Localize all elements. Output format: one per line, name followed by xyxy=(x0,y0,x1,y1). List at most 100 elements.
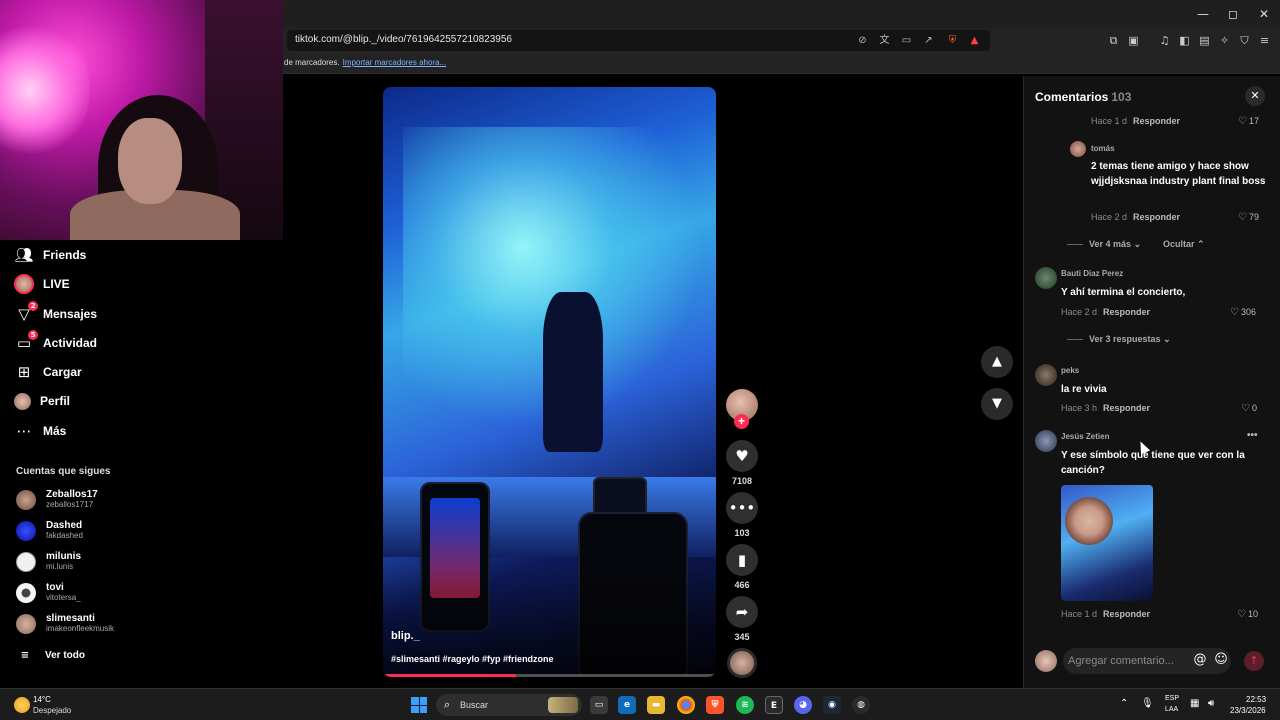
weather-temperature[interactable]: 14°C xyxy=(33,695,51,704)
comment-like[interactable]: ♡ 10 xyxy=(1237,609,1258,620)
hide-replies[interactable]: Ocultar ⌃ xyxy=(1163,239,1205,250)
follow-plus-icon[interactable]: + xyxy=(734,414,749,429)
wallet-2-icon[interactable]: ▤ xyxy=(1198,34,1211,47)
language-indicator[interactable]: ESP xyxy=(1165,695,1179,702)
see-all-link[interactable]: ≡ Ver todo xyxy=(18,648,85,662)
maximize-icon[interactable]: ◻ xyxy=(1218,4,1248,24)
task-view-icon[interactable]: ▭ xyxy=(590,696,608,714)
clock-date[interactable]: 23/3/2026 xyxy=(1230,706,1266,715)
music-disc-icon[interactable] xyxy=(727,648,757,678)
like-button[interactable]: ♥ xyxy=(726,440,758,472)
reader-icon[interactable]: ▭ xyxy=(901,35,912,46)
video-progress-bar[interactable] xyxy=(383,674,716,677)
clock-time[interactable]: 22:53 xyxy=(1246,695,1266,704)
emoji-icon[interactable]: ☺ xyxy=(1212,651,1230,669)
account-item[interactable]: Zeballos17 zeballos1717 xyxy=(16,487,98,513)
view-replies[interactable]: Ver 3 respuestas ⌄ xyxy=(1067,334,1171,345)
weather-condition[interactable]: Despejado xyxy=(33,706,71,715)
import-bookmarks-link[interactable]: Importar marcadores ahora... xyxy=(343,58,447,67)
comment-author[interactable]: peks xyxy=(1061,366,1079,375)
url-text[interactable]: tiktok.com/@blip._/video/761964255721082… xyxy=(295,34,512,45)
comment-like[interactable]: ♡ 79 xyxy=(1238,212,1259,223)
video-player[interactable]: blip._ #slimesanti #rageylo #fyp #friend… xyxy=(383,87,716,677)
comment-like[interactable]: ♡ 306 xyxy=(1230,307,1256,318)
menu-icon[interactable]: ≡ xyxy=(1258,34,1271,47)
reply-button[interactable]: Responder xyxy=(1133,212,1180,222)
sidebar-item-profile[interactable]: Perfil xyxy=(14,390,70,412)
sidebar-item-friends[interactable]: 👥︎ Friends xyxy=(14,244,86,266)
account-item[interactable]: slimesanti imakeonfleekmusik xyxy=(16,611,114,637)
file-explorer-icon[interactable]: ▬ xyxy=(647,696,665,714)
next-video-button[interactable]: ▼ xyxy=(981,388,1013,420)
close-window-icon[interactable]: ✕ xyxy=(1249,4,1279,24)
comment-author[interactable]: tomás xyxy=(1091,144,1115,153)
epic-games-icon[interactable]: E xyxy=(765,696,783,714)
send-comment-button[interactable]: ↑ xyxy=(1244,651,1264,671)
wallet-icon[interactable]: ▣ xyxy=(1127,34,1140,47)
avatar[interactable] xyxy=(1070,141,1086,157)
comment-like[interactable]: ♡ 0 xyxy=(1241,403,1257,414)
comment-button[interactable]: ••• xyxy=(726,492,758,524)
account-item[interactable]: milunis mi.lunis xyxy=(16,549,81,575)
extensions-icon[interactable]: ⧉ xyxy=(1107,34,1120,47)
discord-icon[interactable]: ◕ xyxy=(794,696,812,714)
mention-icon[interactable]: @ xyxy=(1191,651,1209,669)
comment-image[interactable] xyxy=(1061,485,1153,601)
sidebar-item-upload[interactable]: ⊞ Cargar xyxy=(14,361,82,383)
microphone-icon[interactable]: 🎙︎ xyxy=(1141,698,1154,709)
search-icon: ⌕ xyxy=(444,698,451,711)
obs-icon[interactable]: ◍ xyxy=(852,696,870,714)
translate-icon[interactable]: 文 xyxy=(879,35,890,46)
share-button[interactable]: ➦ xyxy=(726,596,758,628)
taskbar-search[interactable]: ⌕ Buscar xyxy=(436,694,582,716)
volume-icon[interactable]: 🔊︎ xyxy=(1208,698,1214,709)
save-button[interactable]: ▮ xyxy=(726,544,758,576)
edge-icon[interactable]: e xyxy=(618,696,636,714)
weather-icon[interactable] xyxy=(14,697,30,713)
account-item[interactable]: Dashed fakdashed xyxy=(16,518,83,544)
view-more-replies[interactable]: Ver 4 más ⌄ xyxy=(1067,239,1141,250)
chrome-icon[interactable] xyxy=(677,696,695,714)
no-tracking-icon[interactable]: ⊘ xyxy=(857,35,868,46)
brave-shield-icon[interactable]: ⛨ xyxy=(947,35,958,46)
video-author[interactable]: blip._ xyxy=(391,630,420,642)
sidebar-item-live[interactable]: LIVE xyxy=(14,273,70,295)
chevron-up-icon: ⌃ xyxy=(1197,239,1205,249)
avatar[interactable] xyxy=(1035,430,1057,452)
close-comments-button[interactable]: ✕ xyxy=(1245,86,1265,106)
previous-video-button[interactable]: ▲ xyxy=(981,346,1013,378)
avatar xyxy=(16,614,36,634)
spotify-icon[interactable]: ≋ xyxy=(736,696,754,714)
music-icon[interactable]: ♫ xyxy=(1158,34,1171,47)
start-button[interactable] xyxy=(411,697,427,713)
reply-button[interactable]: Responder xyxy=(1103,307,1150,317)
reply-button[interactable]: Responder xyxy=(1103,609,1150,619)
avatar[interactable] xyxy=(1035,364,1057,386)
reply-button[interactable]: Responder xyxy=(1133,116,1180,126)
comment-options-icon[interactable]: ••• xyxy=(1247,430,1258,441)
address-bar[interactable]: tiktok.com/@blip._/video/761964255721082… xyxy=(287,30,990,51)
avatar[interactable] xyxy=(1035,267,1057,289)
keyboard-layout[interactable]: LAA xyxy=(1165,706,1178,713)
reply-button[interactable]: Responder xyxy=(1103,403,1150,413)
video-hashtags[interactable]: #slimesanti #rageylo #fyp #friendzone xyxy=(391,654,554,664)
windows-taskbar: 14°C Despejado ⌕ Buscar ▭ e ▬ ⛨ ≋ E ◕ ◉ … xyxy=(0,688,1280,720)
rewards-icon[interactable]: ▲ xyxy=(969,35,980,46)
brave-icon[interactable]: ⛨ xyxy=(706,696,724,714)
share-icon[interactable]: ↗ xyxy=(923,35,934,46)
vpn-icon[interactable]: ⛉ xyxy=(1238,34,1251,47)
comment-author[interactable]: Bauti Diaz Perez xyxy=(1061,269,1123,278)
minimize-icon[interactable]: — xyxy=(1188,4,1218,24)
steam-icon[interactable]: ◉ xyxy=(823,696,841,714)
network-icon[interactable]: ▦ xyxy=(1190,698,1199,709)
comment-like[interactable]: ♡ 17 xyxy=(1238,116,1259,127)
comment-author[interactable]: Jesús Zetien xyxy=(1061,432,1109,441)
sidebar-icon[interactable]: ◧ xyxy=(1178,34,1191,47)
sidebar-item-more[interactable]: ⋯ Más xyxy=(14,420,67,442)
sidebar-item-messages[interactable]: ▽ 2 Mensajes xyxy=(14,301,97,325)
sidebar-item-activity[interactable]: ▭ 5 Actividad xyxy=(14,330,97,354)
comments-header: Comentarios 103 xyxy=(1035,90,1131,104)
account-item[interactable]: tovi vitotersa_ xyxy=(16,580,81,606)
leo-ai-icon[interactable]: ✧ xyxy=(1218,34,1231,47)
tray-overflow-icon[interactable]: ⌃ xyxy=(1120,698,1128,709)
